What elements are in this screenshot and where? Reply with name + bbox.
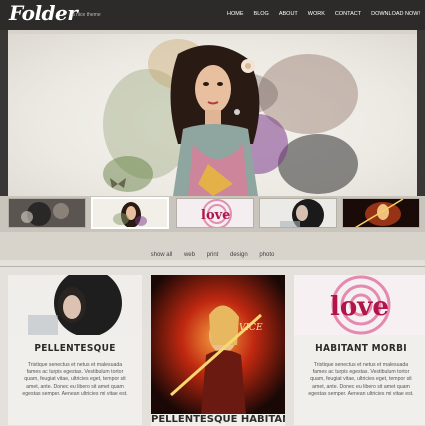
- filter-web[interactable]: web: [184, 252, 195, 258]
- svg-text:love: love: [330, 292, 389, 322]
- thumbnail-3[interactable]: love: [176, 198, 254, 228]
- portfolio-filter-bar: show all web print design photo: [0, 244, 425, 267]
- site-logo[interactable]: Folder: [9, 1, 78, 25]
- card-title-3[interactable]: HABITANT MORBI: [294, 343, 425, 354]
- nav-item-download[interactable]: DOWNLOAD NOW!: [366, 9, 425, 19]
- main-nav: HOME BLOG ABOUT WORK CONTACT DOWNLOAD NO…: [222, 9, 425, 19]
- nav-item-blog[interactable]: BLOG: [249, 9, 274, 19]
- filter-print[interactable]: print: [207, 252, 219, 258]
- nav-item-home[interactable]: HOME: [222, 9, 249, 19]
- hero-image[interactable]: [8, 34, 417, 196]
- site-tagline: a nice theme: [72, 12, 101, 18]
- portfolio-card-2: VICE PELLENTESQUE HABITANT: [151, 275, 285, 426]
- card-image-2[interactable]: VICE: [151, 275, 285, 415]
- filter-links: show all web print design photo: [0, 252, 425, 258]
- nav-item-work[interactable]: WORK: [303, 9, 330, 19]
- thumbnail-1[interactable]: [8, 198, 86, 228]
- card-text-1: Tristique senectus et netus et malesuada…: [22, 362, 128, 397]
- thumbnail-5[interactable]: [342, 198, 420, 228]
- hero-frame-right: [417, 30, 425, 200]
- nav-item-contact[interactable]: CONTACT: [330, 9, 366, 19]
- portfolio-card-3: love HABITANT MORBI Tristique senectus e…: [294, 275, 425, 425]
- hero-frame-left: [0, 30, 8, 200]
- filter-photo[interactable]: photo: [259, 252, 274, 258]
- site-header: Folder a nice theme HOME BLOG ABOUT WORK…: [0, 0, 425, 30]
- svg-text:love: love: [201, 208, 230, 223]
- card-text-3: Tristique senectus et netus et malesuada…: [308, 362, 414, 397]
- card-image-3[interactable]: love: [294, 275, 425, 335]
- thumbnail-4[interactable]: [259, 198, 337, 228]
- svg-text:VICE: VICE: [239, 323, 263, 333]
- thumbnail-2[interactable]: [91, 197, 169, 229]
- thumbnail-strip: love: [0, 196, 425, 232]
- card-title-2[interactable]: PELLENTESQUE HABITANT: [151, 414, 285, 426]
- filter-show-all[interactable]: show all: [151, 252, 173, 258]
- card-image-1[interactable]: [8, 275, 142, 335]
- portfolio-card-1: PELLENTESQUE Tristique senectus et netus…: [8, 275, 142, 425]
- nav-item-about[interactable]: ABOUT: [274, 9, 303, 19]
- filter-design[interactable]: design: [230, 252, 248, 258]
- card-title-1[interactable]: PELLENTESQUE: [8, 343, 142, 354]
